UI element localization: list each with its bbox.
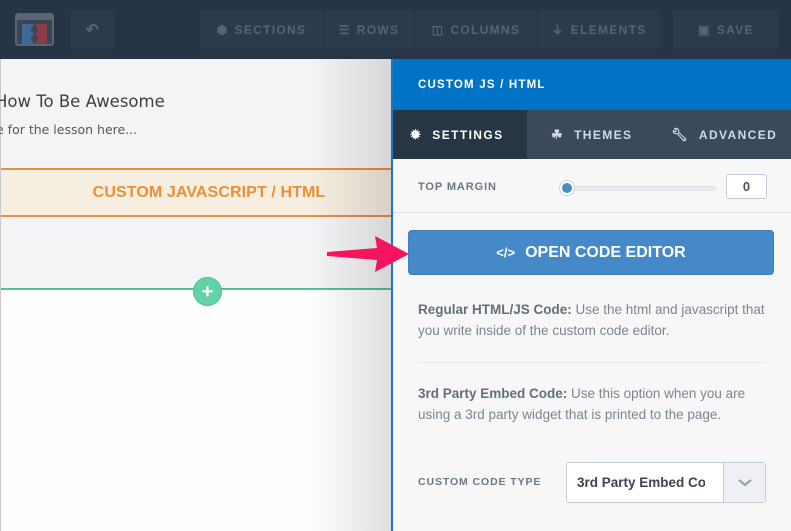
settings-panel: CUSTOM JS / HTML ✹ SETTINGS ☘ THEMES 🔧︎ … xyxy=(391,59,791,531)
page-builder: ↶ ⬢ SECTIONS ☰ ROWS ◫ COLUMNS ⏚ ELEMENTS… xyxy=(0,0,791,531)
bars-icon: ☰ xyxy=(338,22,351,37)
lesson-title[interactable]: How To Be Awesome xyxy=(0,92,165,111)
tab-settings[interactable]: ✹ SETTINGS xyxy=(393,110,527,159)
divider xyxy=(418,362,766,363)
elements-button[interactable]: ⏚ ELEMENTS xyxy=(538,10,660,49)
top-margin-label: TOP MARGIN xyxy=(418,181,497,193)
tab-themes[interactable]: ☘ THEMES xyxy=(527,110,654,159)
cubes-icon: ☘ xyxy=(551,126,565,142)
editor-canvas: How To Be Awesome e for the lesson here.… xyxy=(0,59,392,531)
tab-advanced[interactable]: 🔧︎ ADVANCED xyxy=(654,110,791,159)
rows-button[interactable]: ☰ ROWS xyxy=(324,10,414,49)
columns-label: COLUMNS xyxy=(450,22,521,37)
open-code-editor-label: OPEN CODE EDITOR xyxy=(525,243,686,261)
custom-code-type-value: 3rd Party Embed Code xyxy=(577,475,705,490)
top-toolbar: ↶ ⬢ SECTIONS ☰ ROWS ◫ COLUMNS ⏚ ELEMENTS… xyxy=(0,0,791,59)
gear-icon: ✹ xyxy=(410,126,423,142)
panel-tabs: ✹ SETTINGS ☘ THEMES 🔧︎ ADVANCED xyxy=(393,110,791,159)
top-margin-slider-handle[interactable] xyxy=(560,181,574,195)
undo-icon: ↶ xyxy=(85,21,101,39)
save-label: SAVE xyxy=(716,22,754,37)
chevron-down-icon[interactable] xyxy=(723,463,765,502)
sections-label: SECTIONS xyxy=(234,22,307,37)
top-margin-slider[interactable] xyxy=(566,186,716,191)
floppy-icon: ▣ xyxy=(698,22,711,37)
columns-icon: ◫ xyxy=(431,22,445,37)
custom-block-label: CUSTOM JAVASCRIPT / HTML xyxy=(92,183,326,201)
elements-label: ELEMENTS xyxy=(570,22,647,37)
custom-js-html-element[interactable]: CUSTOM JAVASCRIPT / HTML xyxy=(1,168,392,217)
custom-code-type-label: CUSTOM CODE TYPE xyxy=(418,476,542,488)
plug-icon: ⏚ xyxy=(551,23,565,37)
rows-label: ROWS xyxy=(356,22,400,37)
wrench-icon: 🔧︎ xyxy=(671,126,689,142)
cube-icon: ⬢ xyxy=(216,22,229,37)
add-row-button[interactable]: + xyxy=(193,277,222,306)
plus-icon: + xyxy=(201,280,214,303)
top-margin-setting: TOP MARGIN 0 xyxy=(393,159,791,213)
sections-button[interactable]: ⬢ SECTIONS xyxy=(200,10,323,49)
columns-button[interactable]: ◫ COLUMNS xyxy=(415,10,537,49)
open-code-editor-button[interactable]: </> OPEN CODE EDITOR xyxy=(408,230,774,275)
clickfunnels-logo-icon[interactable] xyxy=(15,13,54,46)
undo-button[interactable]: ↶ xyxy=(71,10,115,49)
top-margin-input[interactable]: 0 xyxy=(726,174,767,199)
panel-title: CUSTOM JS / HTML xyxy=(393,59,791,110)
save-button[interactable]: ▣ SAVE xyxy=(673,10,779,49)
custom-code-type-select[interactable]: 3rd Party Embed Code xyxy=(566,462,766,503)
lesson-subtitle[interactable]: e for the lesson here... xyxy=(0,122,137,137)
regular-code-description: Regular HTML/JS Code: Use the html and j… xyxy=(418,302,765,338)
code-icon: </> xyxy=(496,245,516,260)
embed-code-description: 3rd Party Embed Code: Use this option wh… xyxy=(418,386,746,422)
annotation-arrow-icon xyxy=(327,236,409,272)
